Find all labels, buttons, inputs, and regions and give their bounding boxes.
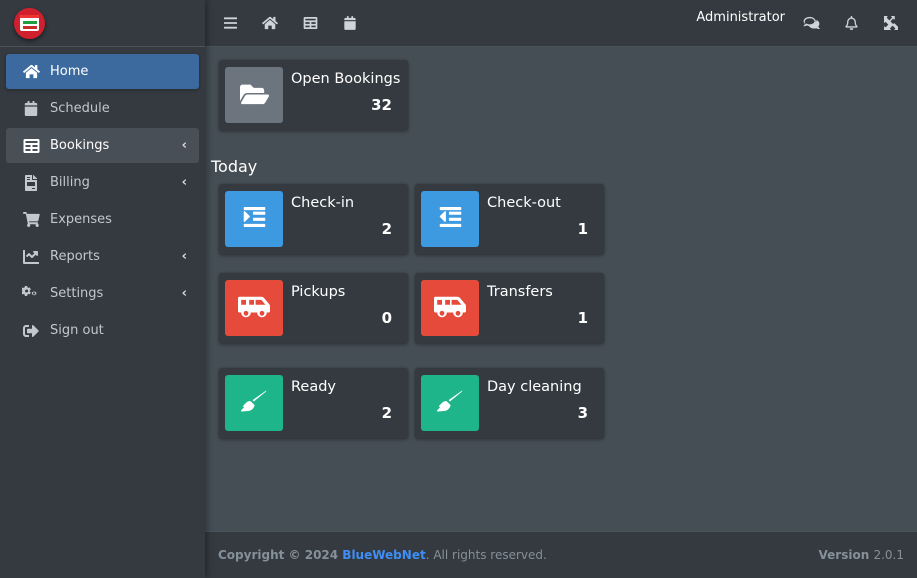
- chevron-left-icon: ‹: [181, 286, 187, 301]
- check-out-card[interactable]: Check-out 1: [415, 184, 604, 254]
- version-label: Version: [818, 548, 874, 562]
- open-bookings-card[interactable]: Open Bookings 32: [219, 60, 408, 130]
- shuttle-van-icon: [434, 294, 467, 323]
- chart-line-icon: [22, 249, 40, 265]
- card-value: 0: [381, 309, 392, 327]
- broom-icon: [240, 388, 267, 418]
- day-cleaning-card[interactable]: Day cleaning 3: [415, 368, 604, 438]
- sidebar-item-billing[interactable]: Billing ‹: [6, 165, 199, 200]
- sidebar-item-label: Billing: [50, 175, 90, 190]
- card-title: Check-in: [291, 195, 355, 211]
- expand-icon[interactable]: [871, 0, 911, 47]
- footer: Copyright © 2024 BlueWebNet. All rights …: [205, 531, 917, 578]
- version-info: Version 2.0.1: [819, 548, 904, 562]
- sidebar-item-label: Schedule: [50, 101, 110, 116]
- home-icon: [22, 64, 40, 80]
- card-icon-box: [225, 375, 283, 431]
- outdent-icon: [439, 207, 462, 231]
- home-icon[interactable]: [250, 0, 290, 47]
- card-icon-box: [421, 375, 479, 431]
- sidebar-item-label: Bookings: [50, 138, 110, 153]
- calendar-logo-icon[interactable]: [14, 7, 45, 39]
- sidebar-item-bookings[interactable]: Bookings ‹: [6, 128, 199, 163]
- card-value: 2: [381, 404, 392, 422]
- sidebar-item-sign-out[interactable]: Sign out: [6, 313, 199, 348]
- card-value: 3: [577, 404, 588, 422]
- sidebar-item-label: Expenses: [50, 212, 112, 227]
- brand-link[interactable]: BlueWebNet: [342, 548, 425, 562]
- sidebar-item-label: Settings: [50, 286, 104, 301]
- card-value: 1: [577, 309, 588, 327]
- sign-out-icon: [22, 323, 40, 339]
- calendar-icon[interactable]: [330, 0, 370, 47]
- card-icon-box: [421, 280, 479, 336]
- sidebar-item-home[interactable]: Home: [6, 54, 199, 89]
- card-title: Ready: [291, 379, 337, 395]
- chevron-left-icon: ‹: [181, 138, 187, 153]
- calendar-icon: [22, 101, 40, 117]
- shuttle-van-icon: [238, 294, 271, 323]
- card-title: Pickups: [291, 284, 346, 300]
- chat-icon[interactable]: [791, 0, 831, 47]
- card-icon-box: [225, 280, 283, 336]
- menu-icon[interactable]: [210, 0, 250, 47]
- card-icon-box: [225, 191, 283, 247]
- sidebar: Home Schedule Bookings ‹ Billing ‹ Expen…: [0, 0, 205, 578]
- invoice-icon: [22, 174, 40, 191]
- rights-text: . All rights reserved.: [425, 548, 547, 562]
- sidebar-item-label: Reports: [50, 249, 100, 264]
- user-menu[interactable]: Administrator: [692, 10, 789, 25]
- card-value: 1: [577, 220, 588, 238]
- card-title: Transfers: [487, 284, 553, 300]
- sidebar-item-settings[interactable]: Settings ‹: [6, 276, 199, 311]
- cart-plus-icon: [22, 212, 40, 228]
- copyright: Copyright © 2024 BlueWebNet. All rights …: [218, 548, 547, 562]
- broom-icon: [436, 388, 463, 418]
- sidebar-item-reports[interactable]: Reports ‹: [6, 239, 199, 274]
- table-list-icon: [22, 138, 40, 154]
- card-title: Open Bookings: [291, 71, 401, 87]
- version-number: 2.0.1: [873, 548, 904, 562]
- cogs-icon: [22, 286, 40, 302]
- dashboard: Open Bookings 32 Today Check-in 2 Check-…: [205, 47, 917, 531]
- chevron-left-icon: ‹: [181, 249, 187, 264]
- card-title: Day cleaning: [487, 379, 582, 395]
- table-list-icon[interactable]: [290, 0, 330, 47]
- brand: [0, 0, 205, 47]
- pickups-card[interactable]: Pickups 0: [219, 273, 408, 343]
- sidebar-nav: Home Schedule Bookings ‹ Billing ‹ Expen…: [0, 47, 205, 357]
- indent-icon: [243, 207, 266, 231]
- bell-icon[interactable]: [831, 0, 871, 47]
- folder-open-icon: [239, 82, 269, 109]
- section-title: Today: [211, 157, 258, 176]
- card-title: Check-out: [487, 195, 561, 211]
- transfers-card[interactable]: Transfers 1: [415, 273, 604, 343]
- sidebar-item-label: Sign out: [50, 323, 104, 338]
- open-bookings-icon-box: [225, 67, 283, 123]
- sidebar-item-expenses[interactable]: Expenses: [6, 202, 199, 237]
- card-icon-box: [421, 191, 479, 247]
- check-in-card[interactable]: Check-in 2: [219, 184, 408, 254]
- sidebar-item-schedule[interactable]: Schedule: [6, 91, 199, 126]
- card-value: 32: [371, 96, 392, 114]
- copyright-prefix: Copyright © 2024: [218, 548, 343, 562]
- chevron-left-icon: ‹: [181, 175, 187, 190]
- sidebar-item-label: Home: [50, 64, 89, 79]
- topbar: Administrator: [205, 0, 917, 47]
- card-value: 2: [381, 220, 392, 238]
- ready-card[interactable]: Ready 2: [219, 368, 408, 438]
